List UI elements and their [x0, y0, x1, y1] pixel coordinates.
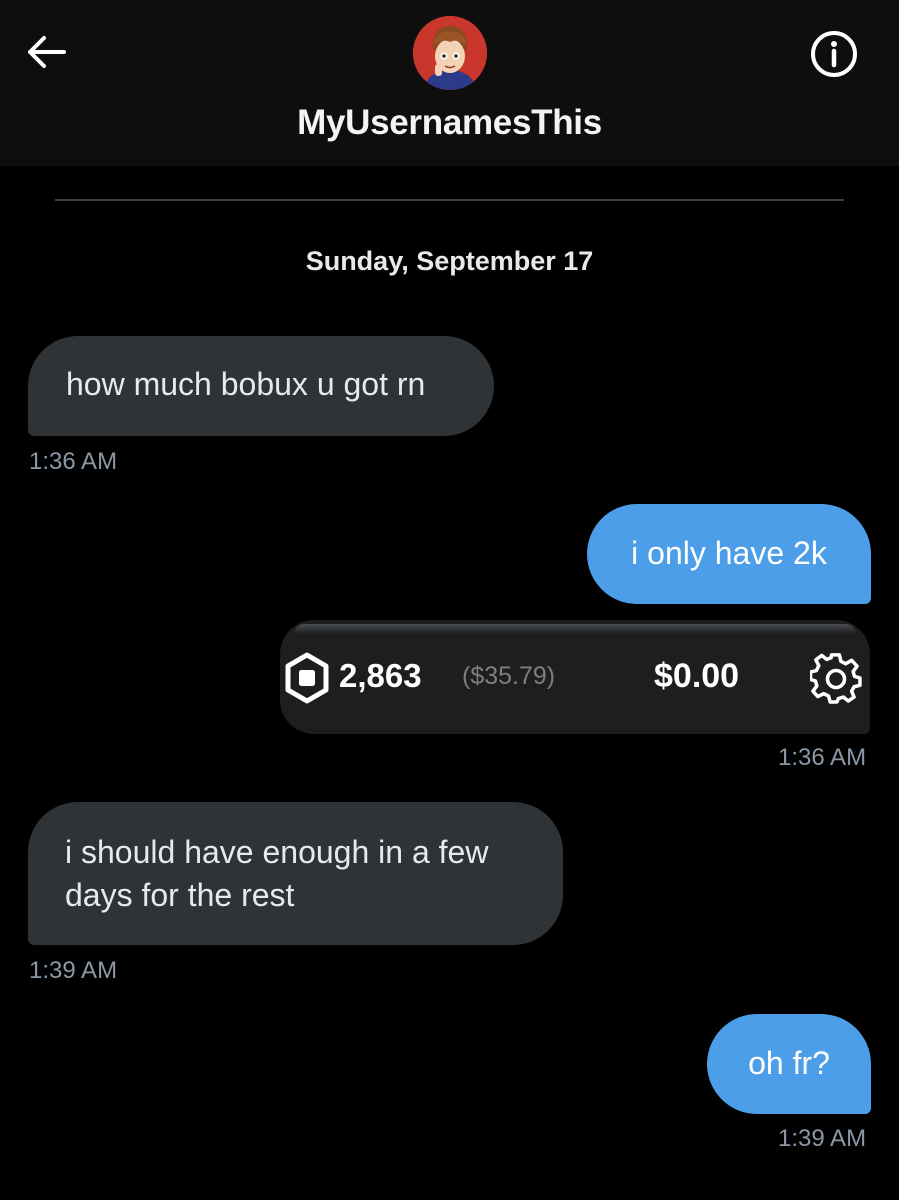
conversation-username[interactable]: MyUsernamesThis [0, 103, 899, 143]
avatar[interactable] [413, 16, 487, 90]
account-balance: $0.00 [654, 657, 740, 695]
message-bubble-sent[interactable]: i only have 2k [587, 504, 871, 604]
arrow-left-icon [28, 36, 66, 68]
message-timestamp: 1:39 AM [29, 957, 118, 984]
message-text: how much bobux u got rn [66, 366, 426, 402]
message-timestamp: 1:36 AM [29, 448, 118, 475]
date-separator: Sunday, September 17 [305, 246, 594, 276]
message-timestamp: 1:36 AM [778, 744, 867, 771]
info-button[interactable] [808, 28, 860, 80]
robux-usd-value: ($35.79) [462, 662, 556, 690]
robux-amount: 2,863 [339, 657, 422, 694]
robux-icon [285, 652, 329, 704]
avatar-image [413, 16, 487, 90]
message-text-line: i should have enough in a few [65, 834, 489, 870]
message-timestamp: 1:39 AM [778, 1125, 867, 1152]
info-icon [811, 31, 857, 77]
message-text: i only have 2k [631, 535, 827, 571]
attachment-edge [294, 624, 856, 634]
message-text: oh fr? [748, 1045, 830, 1081]
conversation-header: MyUsernamesThis [0, 0, 899, 166]
gear-icon [810, 653, 862, 704]
message-bubble-sent[interactable]: oh fr? [707, 1014, 871, 1114]
message-bubble-received[interactable]: i should have enough in a few days for t… [28, 802, 563, 945]
message-bubble-received[interactable]: how much bobux u got rn [28, 336, 494, 436]
back-button[interactable] [22, 28, 70, 76]
message-text-line: days for the rest [65, 877, 295, 913]
divider [55, 199, 844, 201]
